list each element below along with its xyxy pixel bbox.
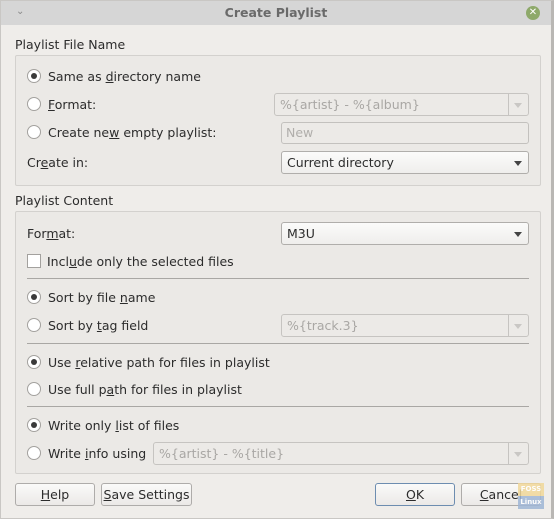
radio-button[interactable] xyxy=(27,382,41,396)
radio-format[interactable]: Format: xyxy=(27,95,96,113)
separator xyxy=(27,406,529,407)
info-format-combo[interactable]: %{artist} - %{title} xyxy=(153,442,529,465)
format-label: Format: xyxy=(27,225,76,241)
chevron-down-icon xyxy=(514,103,522,108)
radio-label: Create new empty playlist: xyxy=(48,124,217,140)
radio-label: Sort by file name xyxy=(48,289,156,305)
section-content-label: Playlist Content xyxy=(15,193,114,208)
watermark-line1: FOSS xyxy=(520,485,542,493)
create-playlist-dialog: ⌄ Create Playlist ✕ Playlist File Name S… xyxy=(0,0,554,519)
radio-same-as-directory[interactable]: Same as directory name xyxy=(27,67,201,85)
watermark-logo: FOSS Linux xyxy=(518,483,544,509)
help-button[interactable]: Help xyxy=(15,483,95,506)
radio-full-path[interactable]: Use full path for files in playlist xyxy=(27,380,242,398)
combo-value: %{artist} - %{album} xyxy=(280,97,420,112)
radio-label: Write info using xyxy=(48,445,147,461)
dropdown-button[interactable] xyxy=(508,315,528,336)
separator xyxy=(27,278,529,279)
radio-label: Write only list of files xyxy=(48,417,180,433)
radio-button[interactable] xyxy=(27,355,41,369)
dropdown-button[interactable] xyxy=(508,443,528,464)
tag-field-combo[interactable]: %{track.3} xyxy=(281,314,529,337)
create-in-select[interactable]: Current directory xyxy=(281,151,529,174)
include-selected-checkbox[interactable]: Include only the selected files xyxy=(27,252,234,270)
combo-value: M3U xyxy=(287,226,315,241)
radio-label: Sort by tag field xyxy=(48,317,149,333)
radio-write-only-list[interactable]: Write only list of files xyxy=(27,416,179,434)
combo-value: %{track.3} xyxy=(287,318,359,333)
radio-label: Use full path for files in playlist xyxy=(48,381,242,397)
radio-label: Format: xyxy=(48,96,97,112)
radio-sort-by-tag-field[interactable]: Sort by tag field xyxy=(27,316,148,334)
combo-value: %{artist} - %{title} xyxy=(159,446,285,461)
section-file-name-label: Playlist File Name xyxy=(15,37,126,52)
chevron-down-icon xyxy=(514,161,522,166)
radio-label: Use relative path for files in playlist xyxy=(48,354,270,370)
file-name-format-combo[interactable]: %{artist} - %{album} xyxy=(274,93,529,116)
radio-button[interactable] xyxy=(27,97,41,111)
watermark-line2: Linux xyxy=(520,498,542,506)
new-playlist-name-input[interactable]: New xyxy=(281,122,529,144)
radio-create-new-empty[interactable]: Create new empty playlist: xyxy=(27,123,216,141)
playlist-format-select[interactable]: M3U xyxy=(281,222,529,245)
radio-button[interactable] xyxy=(27,318,41,332)
radio-button[interactable] xyxy=(27,418,41,432)
create-in-label: Create in: xyxy=(27,154,89,170)
separator xyxy=(27,343,529,344)
radio-relative-path[interactable]: Use relative path for files in playlist xyxy=(27,353,270,371)
chevron-down-icon xyxy=(514,232,522,237)
combo-value: Current directory xyxy=(287,155,394,170)
radio-sort-by-file-name[interactable]: Sort by file name xyxy=(27,288,155,306)
chevron-down-icon xyxy=(514,324,522,329)
radio-button[interactable] xyxy=(27,125,41,139)
titlebar[interactable]: ⌄ Create Playlist ✕ xyxy=(1,1,551,25)
close-icon[interactable]: ✕ xyxy=(526,6,540,20)
radio-button[interactable] xyxy=(27,446,41,460)
radio-write-info-using[interactable]: Write info using xyxy=(27,444,146,462)
checkbox-label: Include only the selected files xyxy=(47,253,234,269)
chevron-down-icon xyxy=(514,452,522,457)
checkbox[interactable] xyxy=(27,254,41,268)
radio-button[interactable] xyxy=(27,290,41,304)
ok-button[interactable]: OK xyxy=(375,483,455,506)
dialog-title: Create Playlist xyxy=(224,5,328,20)
dropdown-button[interactable] xyxy=(508,94,528,115)
radio-label: Same as directory name xyxy=(48,68,201,84)
radio-button[interactable] xyxy=(27,69,41,83)
save-settings-button[interactable]: Save Settings xyxy=(101,483,192,506)
